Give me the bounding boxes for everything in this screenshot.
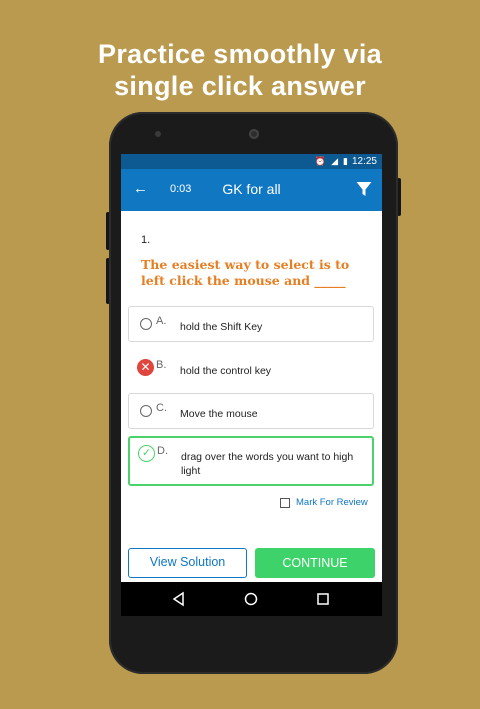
question-number: 1. bbox=[141, 234, 151, 246]
back-triangle-icon[interactable] bbox=[171, 591, 187, 607]
android-nav-bar bbox=[121, 582, 382, 616]
question-text: The easiest way to select is to left cli… bbox=[141, 257, 350, 288]
phone-screen: ⏰ ◢ ▮ 12:25 ← 0:03 GK for all 1. The eas… bbox=[121, 154, 382, 616]
mark-for-review[interactable]: Mark For Review bbox=[280, 497, 368, 508]
option-a[interactable]: A. hold the Shift Key bbox=[128, 306, 374, 342]
review-checkbox[interactable] bbox=[280, 497, 290, 508]
option-text: Move the mouse bbox=[180, 408, 258, 420]
option-text: hold the control key bbox=[180, 365, 272, 377]
battery-icon: ▮ bbox=[343, 156, 348, 166]
status-time: 12:25 bbox=[351, 156, 377, 167]
signal-icon: ◢ bbox=[331, 156, 339, 166]
option-c[interactable]: C. Move the mouse bbox=[128, 393, 374, 429]
radio-unselected-icon bbox=[140, 405, 154, 419]
phone-sensor bbox=[155, 131, 161, 137]
option-b[interactable]: ✕ B. hold the control key bbox=[128, 350, 374, 386]
radio-unselected-icon bbox=[140, 318, 154, 332]
alarm-icon: ⏰ bbox=[314, 156, 327, 166]
option-letter: B. bbox=[156, 359, 167, 371]
option-text: hold the Shift Key bbox=[180, 321, 263, 333]
promo-headline: Practice smoothly via single click answe… bbox=[0, 38, 480, 102]
review-label: Mark For Review bbox=[296, 497, 368, 508]
app-bar: ← 0:03 GK for all bbox=[121, 169, 382, 211]
headline-line-2: single click answer bbox=[114, 71, 366, 101]
option-letter: C. bbox=[156, 402, 167, 414]
app-title: GK for all bbox=[222, 181, 281, 197]
option-d[interactable]: ✓ D. drag over the words you want to hig… bbox=[128, 436, 374, 486]
view-solution-button[interactable]: View Solution bbox=[128, 548, 247, 578]
wrong-x-icon: ✕ bbox=[137, 359, 154, 376]
phone-camera bbox=[249, 129, 259, 139]
headline-line-1: Practice smoothly via bbox=[98, 39, 382, 69]
option-letter: A. bbox=[156, 315, 167, 327]
option-text: drag over the words you want to high lig… bbox=[181, 451, 354, 477]
recents-square-icon[interactable] bbox=[315, 591, 331, 607]
continue-button[interactable]: CONTINUE bbox=[255, 548, 375, 578]
check-circle-icon: ✓ bbox=[138, 445, 155, 462]
status-bar: ⏰ ◢ ▮ 12:25 bbox=[121, 154, 382, 169]
option-letter: D. bbox=[157, 445, 168, 457]
filter-funnel-icon[interactable] bbox=[356, 181, 372, 197]
home-circle-icon[interactable] bbox=[243, 591, 259, 607]
